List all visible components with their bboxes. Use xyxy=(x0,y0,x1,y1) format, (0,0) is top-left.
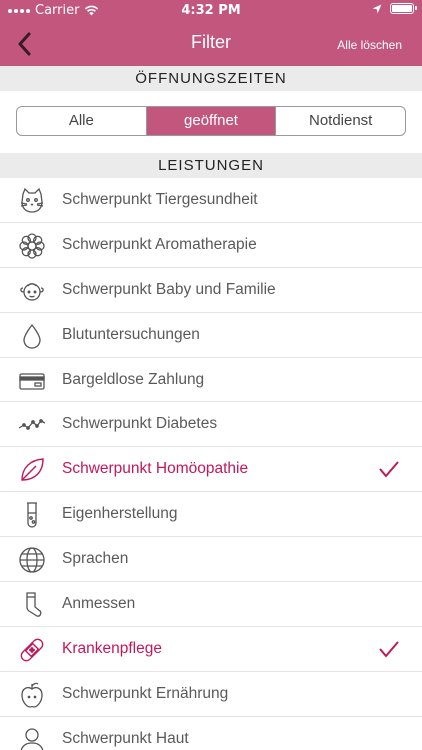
service-row-nursing[interactable]: Krankenpflege xyxy=(0,627,422,672)
drop-icon xyxy=(18,322,46,350)
service-row-languages[interactable]: Sprachen xyxy=(0,537,422,583)
status-right xyxy=(372,3,417,14)
service-label: Bargeldlose Zahlung xyxy=(62,370,205,388)
sock-icon xyxy=(18,591,46,619)
checkmark-icon xyxy=(379,461,399,478)
service-label: Blutuntersuchungen xyxy=(62,325,200,343)
navbar: Filter Alle löschen xyxy=(0,22,422,66)
segment-emergency[interactable]: Notdienst xyxy=(276,107,405,135)
service-label: Schwerpunkt Baby und Familie xyxy=(62,280,276,298)
bandage-icon xyxy=(18,636,46,664)
service-row-homeopathy[interactable]: Schwerpunkt Homöopathie xyxy=(0,447,422,493)
service-label: Schwerpunkt Ernährung xyxy=(62,684,229,702)
section-header-services: LEISTUNGEN xyxy=(0,153,422,178)
service-label: Schwerpunkt Tiergesundheit xyxy=(62,190,258,208)
apple-icon xyxy=(18,681,46,709)
clear-all-button[interactable]: Alle löschen xyxy=(337,38,402,52)
service-row-nutrition[interactable]: Schwerpunkt Ernährung xyxy=(0,672,422,717)
service-row-aromatherapy[interactable]: Schwerpunkt Aromatherapie xyxy=(0,223,422,268)
leaf-icon xyxy=(18,456,46,484)
service-label: Schwerpunkt Aromatherapie xyxy=(62,235,257,253)
service-label: Sprachen xyxy=(62,550,129,568)
cat-icon xyxy=(18,187,46,215)
battery-icon xyxy=(390,3,417,14)
location-arrow-icon xyxy=(372,4,382,13)
service-label: Krankenpflege xyxy=(62,639,162,657)
checkmark-icon xyxy=(379,641,399,658)
service-label: Schwerpunkt Diabetes xyxy=(62,415,218,433)
service-row-own-production[interactable]: Eigenherstellung xyxy=(0,492,422,538)
service-row-cashless-payment[interactable]: Bargeldlose Zahlung xyxy=(0,358,422,403)
section-header-opening-hours: ÖFFNUNGSZEITEN xyxy=(0,66,422,91)
back-button[interactable] xyxy=(6,26,42,62)
opening-hours-segmented-control: Alle geöffnet Notdienst xyxy=(16,106,406,136)
service-row-diabetes[interactable]: Schwerpunkt Diabetes xyxy=(0,402,422,448)
test-tube-icon xyxy=(18,501,46,529)
chevron-left-icon xyxy=(18,32,31,56)
status-time: 4:32 PM xyxy=(181,3,241,18)
service-row-fitting[interactable]: Anmessen xyxy=(0,582,422,627)
segment-all[interactable]: Alle xyxy=(17,107,147,135)
pulse-icon xyxy=(18,411,46,439)
status-bar: Carrier 4:32 PM xyxy=(0,0,422,22)
service-row-blood-tests[interactable]: Blutuntersuchungen xyxy=(0,313,422,358)
header: Carrier 4:32 PM Filter Alle löschen xyxy=(0,0,422,66)
service-label: Anmessen xyxy=(62,594,136,612)
service-row-baby-family[interactable]: Schwerpunkt Baby und Familie xyxy=(0,268,422,313)
service-row-animal-health[interactable]: Schwerpunkt Tiergesundheit xyxy=(0,178,422,223)
flower-icon xyxy=(18,232,46,260)
service-label: Schwerpunkt Haut xyxy=(62,729,189,747)
service-label: Eigenherstellung xyxy=(62,505,178,523)
service-row-skin[interactable]: Schwerpunkt Haut xyxy=(0,717,422,750)
person-icon xyxy=(18,726,46,750)
card-icon xyxy=(18,367,46,395)
globe-icon xyxy=(18,546,46,574)
service-label: Schwerpunkt Homöopathie xyxy=(62,460,249,478)
segment-open[interactable]: geöffnet xyxy=(146,107,277,135)
services-list: Schwerpunkt Tiergesundheit Schwerpunkt A… xyxy=(0,178,422,750)
baby-icon xyxy=(18,277,46,305)
